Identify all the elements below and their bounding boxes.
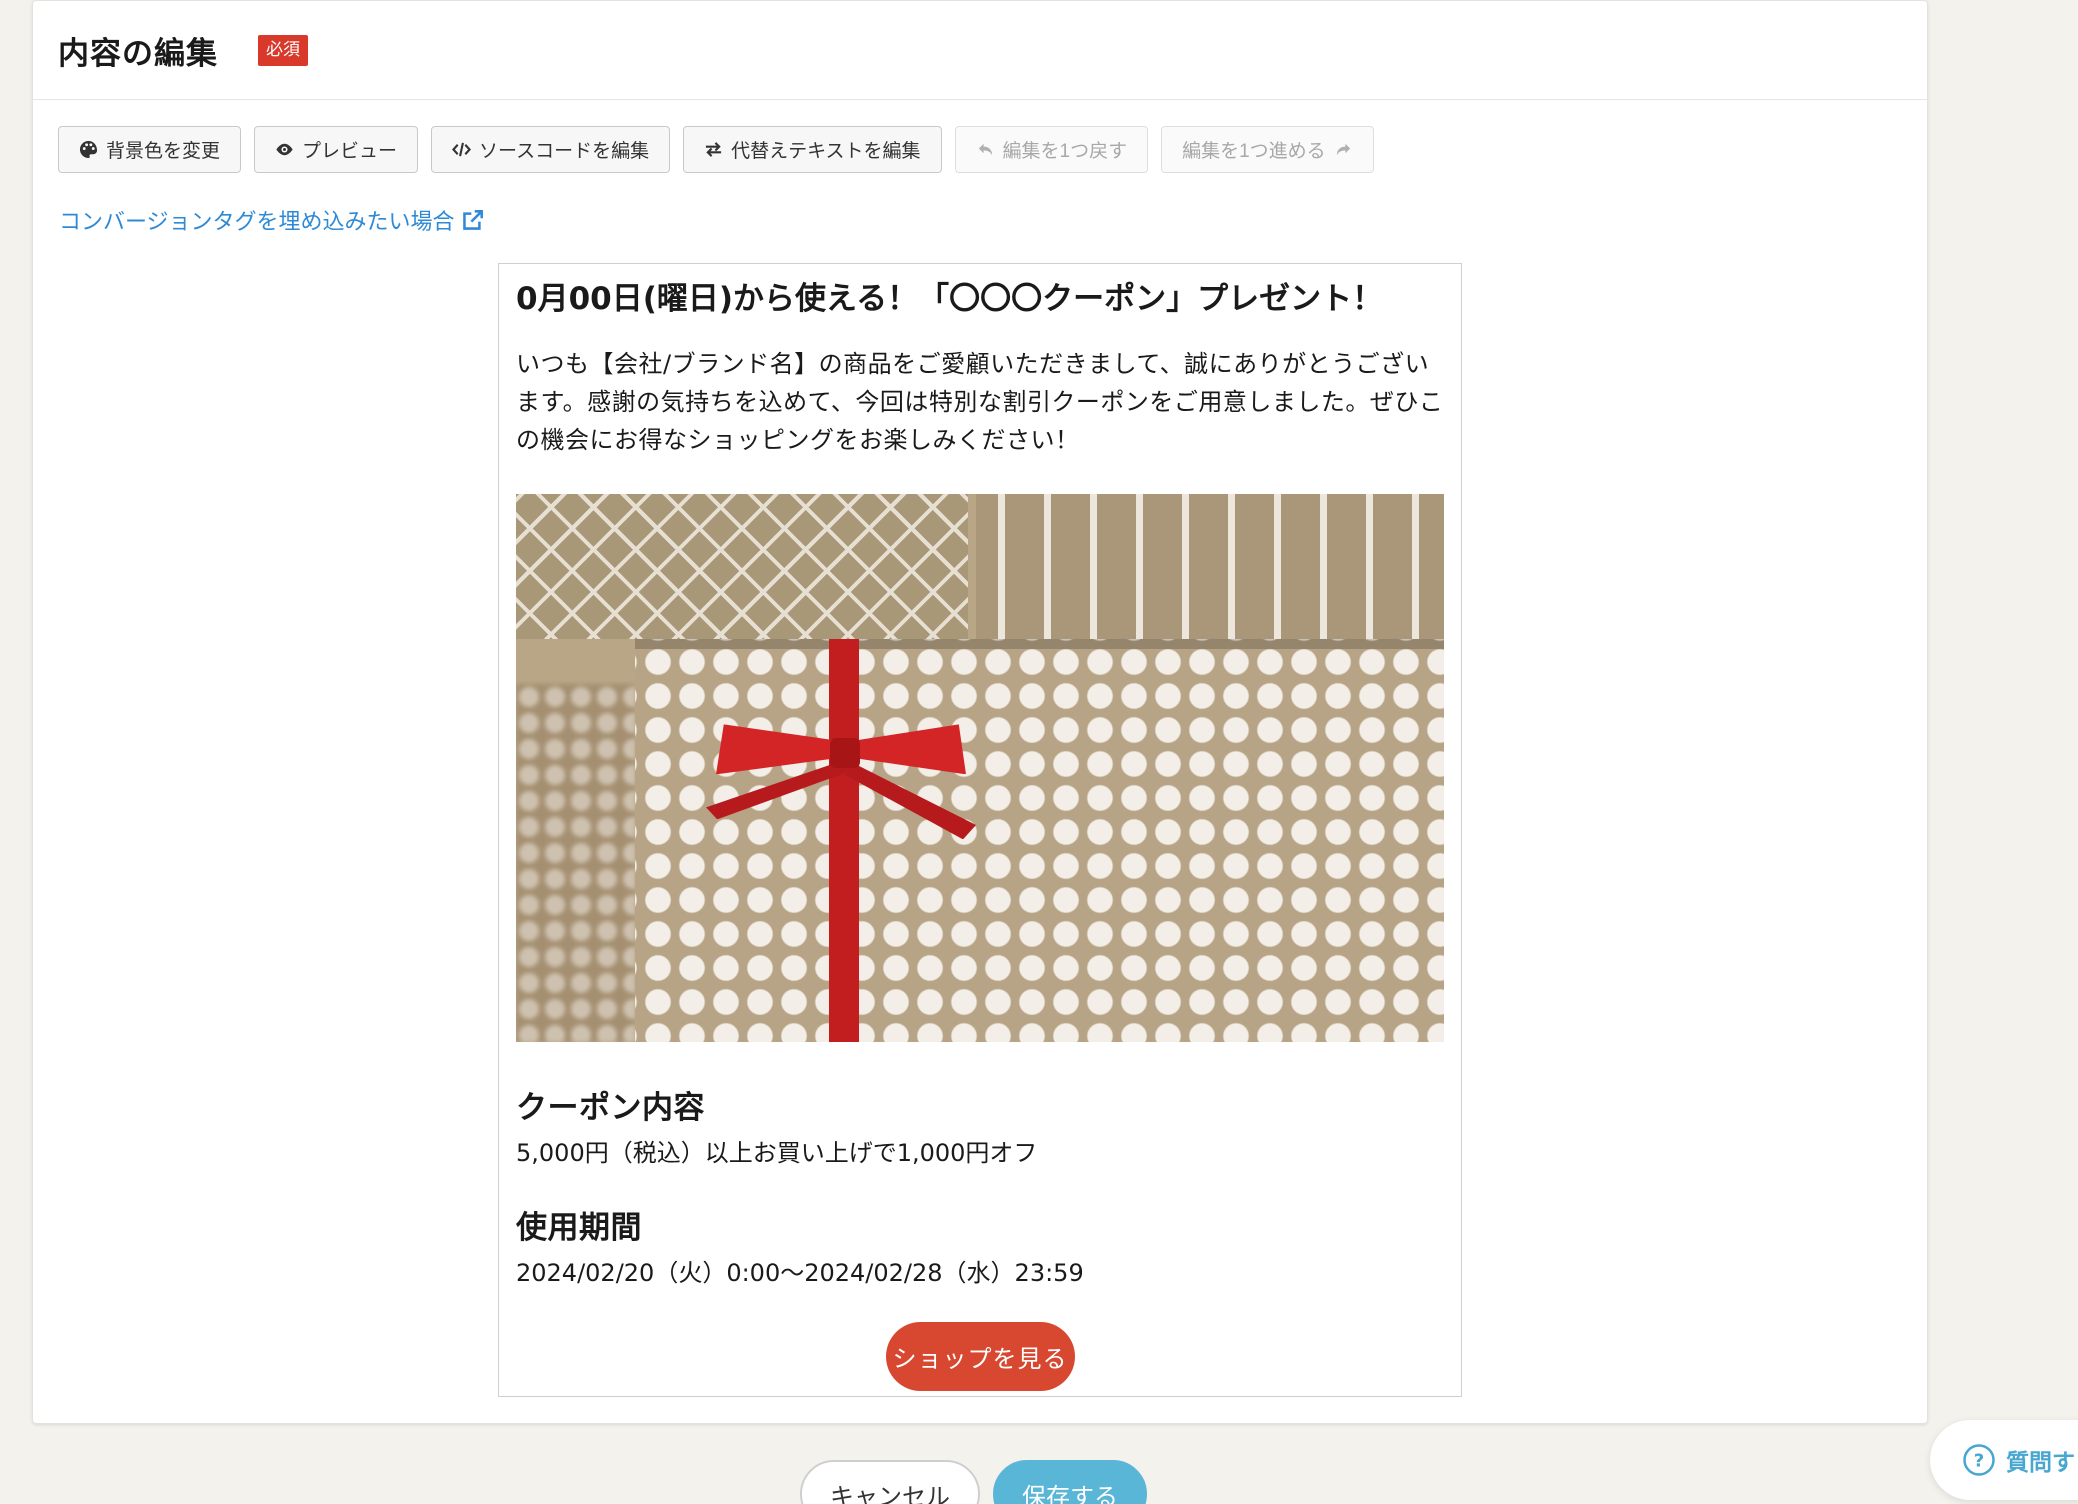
gift-wrap-dots — [635, 639, 1444, 1043]
palette-icon — [79, 140, 98, 159]
change-bg-color-label: 背景色を変更 — [106, 141, 221, 162]
ribbon — [829, 639, 859, 1043]
help-label: 質問す — [2006, 1450, 2075, 1476]
undo-icon — [978, 143, 992, 156]
coupon-text: 5,000円（税込）以上お買い上げで1,000円オフ — [516, 1139, 1038, 1168]
period-text: 2024/02/20（火）0:00〜2024/02/28（水）23:59 — [516, 1259, 1084, 1288]
preview-body-text: いつも【会社/ブランド名】の商品をご愛顧いただきまして、誠にありがとうございます… — [516, 350, 1444, 455]
undo-button[interactable]: 編集を1つ戻す — [954, 126, 1149, 173]
gift-wrap-lattice — [516, 494, 968, 640]
conversion-tag-link-label: コンバージョンタグを埋め込みたい場合 — [59, 210, 455, 235]
redo-button[interactable]: 編集を1つ進める — [1161, 126, 1374, 173]
conversion-tag-link[interactable]: コンバージョンタグを埋め込みたい場合 — [59, 204, 484, 236]
page-title: 内容の編集 — [58, 35, 218, 72]
coupon-heading: クーポン内容 — [516, 1090, 705, 1127]
question-circle-icon: ? — [1963, 1444, 1995, 1476]
gift-box-image — [516, 494, 1444, 1043]
svg-text:?: ? — [1974, 1451, 1984, 1472]
editor-toolbar: 背景色を変更 プレビュー ソースコードを編集 代替えテキストを編集 編集を1つ戻… — [58, 126, 1374, 173]
edit-content-card: 内容の編集 必須 背景色を変更 プレビュー ソースコードを編集 代替えテキストを… — [32, 0, 1928, 1424]
edit-source-button[interactable]: ソースコードを編集 — [431, 126, 671, 173]
help-button[interactable]: ? 質問す — [1930, 1420, 2078, 1500]
bow-knot — [830, 738, 860, 769]
period-heading: 使用期間 — [516, 1210, 642, 1247]
preview-button[interactable]: プレビュー — [254, 126, 419, 173]
gift-wrap-blur — [516, 684, 635, 1043]
edit-source-label: ソースコードを編集 — [479, 141, 650, 162]
cancel-button[interactable]: キャンセル — [800, 1460, 980, 1504]
redo-icon — [1336, 143, 1350, 156]
edit-alt-text-button[interactable]: 代替えテキストを編集 — [683, 126, 942, 173]
redo-label: 編集を1つ進める — [1182, 141, 1326, 162]
eye-icon — [276, 143, 293, 156]
card-header: 内容の編集 必須 — [33, 1, 1927, 100]
code-icon — [452, 142, 472, 157]
email-preview[interactable]: 0月00日(曜日)から使える！「〇〇〇クーポン」プレゼント！ いつも【会社/ブラ… — [498, 263, 1462, 1397]
exchange-icon — [705, 142, 722, 157]
save-button[interactable]: 保存する — [993, 1460, 1147, 1504]
preview-label: プレビュー — [302, 141, 398, 162]
required-badge: 必須 — [258, 34, 308, 66]
external-link-icon — [462, 209, 483, 230]
change-bg-color-button[interactable]: 背景色を変更 — [58, 126, 242, 173]
edit-alt-text-label: 代替えテキストを編集 — [731, 141, 921, 162]
shop-button[interactable]: ショップを見る — [885, 1322, 1075, 1392]
preview-title: 0月00日(曜日)から使える！「〇〇〇クーポン」プレゼント！ — [516, 281, 1384, 317]
undo-label: 編集を1つ戻す — [1002, 141, 1128, 162]
gift-wrap-stripes — [976, 494, 1444, 640]
